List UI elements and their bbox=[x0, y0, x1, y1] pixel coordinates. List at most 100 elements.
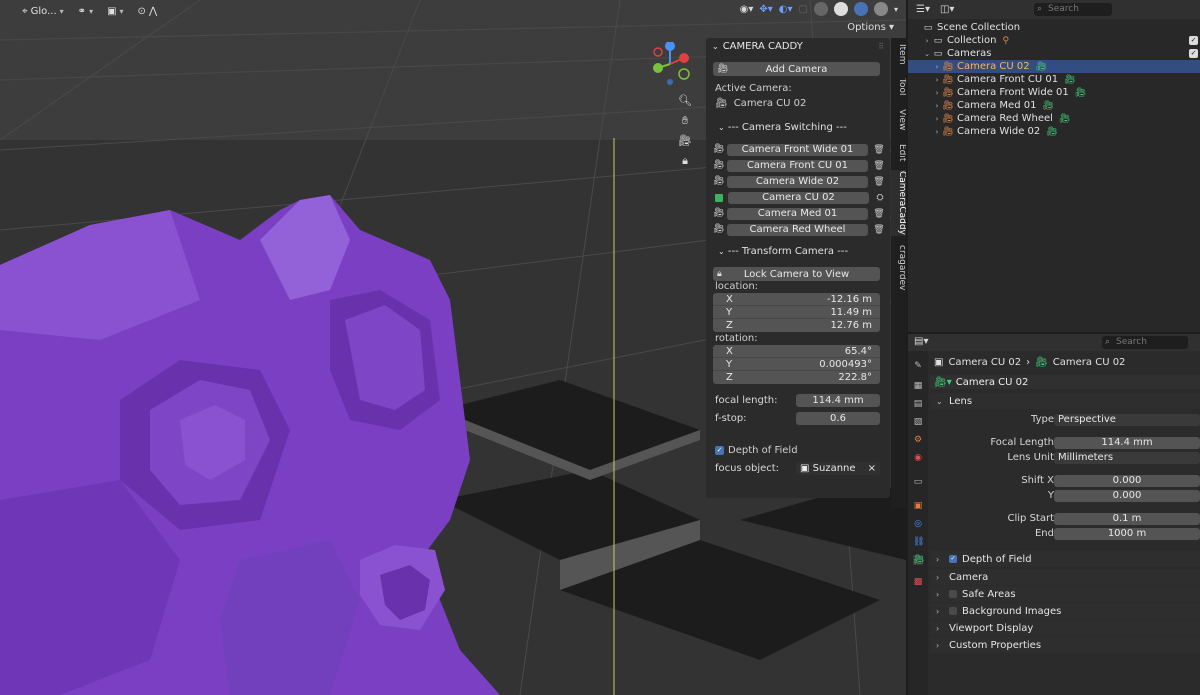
lock-icon[interactable]: 🔒︎ bbox=[678, 154, 692, 168]
tab-view[interactable]: View bbox=[891, 106, 906, 134]
outliner-item-camera[interactable]: › 🎥︎ Camera Front Wide 01 🎥︎ bbox=[908, 86, 1200, 99]
outliner-item-camera[interactable]: › 🎥︎ Camera CU 02 🎥︎ bbox=[908, 60, 1200, 73]
camera-switching-subpanel-header[interactable]: ⌄ --- Camera Switching --- bbox=[718, 122, 847, 133]
shading-options-icon[interactable]: ▾ bbox=[894, 5, 898, 14]
navigation-gizmo[interactable] bbox=[648, 42, 692, 86]
trash-icon[interactable]: 🗑︎ bbox=[873, 177, 885, 187]
background-images-panel-header[interactable]: › Background Images bbox=[930, 603, 1200, 619]
camera-data-tab-icon[interactable]: 🎥︎ bbox=[913, 555, 924, 565]
camera-switch-button[interactable]: Camera Med 01 bbox=[727, 207, 868, 220]
location-x-field[interactable]: X -12.16 m bbox=[713, 293, 880, 306]
scene-tab-icon[interactable]: ⚙ bbox=[913, 435, 923, 445]
clip-start-field[interactable]: 0.1 m bbox=[1054, 513, 1200, 525]
camera-icon[interactable]: 🎥︎ bbox=[713, 224, 724, 235]
tab-cameracaddy[interactable]: CameraCaddy bbox=[891, 170, 906, 236]
constraints-tab-icon[interactable]: ⛓ bbox=[913, 537, 924, 547]
outliner-item-collection[interactable]: › ▭ Collection ⚲ ✓ bbox=[908, 34, 1200, 47]
object-tab-icon[interactable]: ▣ bbox=[913, 501, 923, 511]
outliner-item-camera[interactable]: › 🎥︎ Camera Wide 02 🎥︎ bbox=[908, 125, 1200, 138]
editor-type-icon[interactable]: ☰▾ bbox=[916, 4, 930, 15]
outliner-search-input[interactable]: ⌕ Search bbox=[1034, 3, 1112, 16]
focus-object-field[interactable]: ▣ Suzanne × bbox=[796, 462, 880, 475]
view-layer-tab-icon[interactable]: ▧ bbox=[913, 417, 923, 427]
trash-icon[interactable]: 🗑︎ bbox=[873, 209, 885, 219]
location-z-field[interactable]: Z 12.76 m bbox=[713, 319, 880, 332]
physics-tab-icon[interactable]: ◎ bbox=[913, 519, 923, 529]
checkbox-icon[interactable]: ✓ bbox=[1189, 49, 1198, 58]
shift-x-field[interactable]: 0.000 bbox=[1054, 475, 1200, 487]
shading-solid-icon[interactable] bbox=[833, 2, 848, 16]
fstop-field[interactable]: 0.6 bbox=[796, 412, 880, 425]
focal-length-field[interactable]: 114.4 mm bbox=[1054, 437, 1200, 449]
shading-material-icon[interactable] bbox=[853, 2, 868, 16]
chevron-down-icon[interactable]: ⌄ bbox=[922, 50, 932, 58]
camera-datablock-selector[interactable]: 🎥︎▾ Camera CU 02 bbox=[930, 375, 1200, 389]
camera-icon[interactable]: 🎥︎ bbox=[713, 144, 724, 155]
properties-search-input[interactable]: ⌕ Search bbox=[1102, 336, 1188, 349]
outliner-item-camera[interactable]: › 🎥︎ Camera Front CU 01 🎥︎ bbox=[908, 73, 1200, 86]
tab-item[interactable]: Item bbox=[891, 40, 906, 68]
tab-cragardev[interactable]: cragardev bbox=[891, 242, 906, 294]
transform-camera-subpanel-header[interactable]: ⌄ --- Transform Camera --- bbox=[718, 246, 848, 257]
proportional-editing-button[interactable]: ⊙ ⋀ bbox=[134, 2, 162, 20]
depth-of-field-checkbox[interactable]: ✓ Depth of Field bbox=[715, 445, 798, 456]
render-tab-icon[interactable]: ▦ bbox=[913, 381, 923, 391]
chevron-right-icon[interactable]: › bbox=[932, 115, 942, 123]
display-mode-icon[interactable]: ◫▾ bbox=[940, 4, 954, 15]
chevron-right-icon[interactable]: › bbox=[932, 76, 942, 84]
custom-properties-panel-header[interactable]: › Custom Properties bbox=[930, 637, 1200, 653]
transform-orientation-dropdown[interactable]: ⌖ Glo... ▾ bbox=[18, 2, 68, 20]
output-tab-icon[interactable]: ▤ bbox=[913, 399, 923, 409]
rotation-z-field[interactable]: Z 222.8° bbox=[713, 371, 880, 384]
visibility-icon[interactable]: ◉▾ bbox=[740, 4, 754, 15]
camera-data-icon[interactable]: ⛭ bbox=[874, 193, 886, 203]
safe-areas-panel-header[interactable]: › Safe Areas bbox=[930, 586, 1200, 602]
camera-switch-button[interactable]: Camera Front CU 01 bbox=[727, 159, 868, 172]
drag-handle-icon[interactable]: ⠿ bbox=[878, 42, 884, 51]
lens-panel-header[interactable]: ⌄ Lens bbox=[930, 393, 1200, 409]
snapping-dropdown[interactable]: ▣ ▾ bbox=[103, 2, 127, 20]
camera-caddy-header[interactable]: ⌄ CAMERA CADDY ⠿ bbox=[706, 38, 890, 54]
gizmo-toggle-icon[interactable]: ✥▾ bbox=[759, 4, 772, 15]
clip-end-field[interactable]: 1000 m bbox=[1054, 528, 1200, 540]
texture-tab-icon[interactable]: ▩ bbox=[913, 577, 923, 587]
outliner-item-collection[interactable]: ▭ Scene Collection bbox=[908, 21, 1200, 34]
shading-wireframe-icon[interactable] bbox=[813, 2, 828, 16]
camera-switch-button[interactable]: Camera Front Wide 01 bbox=[727, 143, 868, 156]
outliner-item-collection[interactable]: ⌄ ▭ Cameras ✓ bbox=[908, 47, 1200, 60]
3d-viewport[interactable]: ⌖ Glo... ▾ ⚭ ▾ ▣ ▾ ⊙ ⋀ ◉▾ ✥▾ ◐▾ ▢ ▾ Opti… bbox=[0, 0, 906, 695]
checkbox-icon[interactable] bbox=[949, 590, 957, 598]
tab-edit[interactable]: Edit bbox=[891, 140, 906, 166]
location-y-field[interactable]: Y 11.49 m bbox=[713, 306, 880, 319]
trash-icon[interactable]: 🗑︎ bbox=[873, 161, 885, 171]
chevron-right-icon[interactable]: › bbox=[932, 128, 942, 136]
camera-icon[interactable]: 🎥︎ bbox=[713, 160, 724, 171]
checkmark-icon[interactable]: ✓ bbox=[949, 555, 957, 563]
chevron-right-icon[interactable]: › bbox=[932, 102, 942, 110]
camera-view-icon[interactable]: 🎥︎ bbox=[678, 134, 692, 148]
clear-icon[interactable]: × bbox=[868, 462, 876, 475]
checkbox-icon[interactable]: ✓ bbox=[1189, 36, 1198, 45]
add-camera-button[interactable]: 🎥︎ Add Camera bbox=[713, 62, 880, 76]
camera-switch-button[interactable]: Camera Wide 02 bbox=[727, 175, 868, 188]
collection-tab-icon[interactable]: ▭ bbox=[913, 477, 923, 487]
depth-of-field-panel-header[interactable]: › ✓ Depth of Field bbox=[930, 551, 1200, 567]
lock-camera-to-view-button[interactable]: 🔒︎ Lock Camera to View bbox=[713, 267, 880, 281]
xray-icon[interactable]: ▢ bbox=[799, 4, 808, 15]
tool-tab-icon[interactable]: ✎ bbox=[913, 361, 923, 371]
shift-y-field[interactable]: 0.000 bbox=[1054, 490, 1200, 502]
hand-pan-icon[interactable]: ✋︎ bbox=[678, 114, 692, 128]
overlays-icon[interactable]: ◐▾ bbox=[779, 4, 793, 15]
lens-type-dropdown[interactable]: Perspective bbox=[1054, 414, 1200, 426]
shading-rendered-icon[interactable] bbox=[873, 2, 888, 16]
zoom-icon[interactable]: 🔍︎ bbox=[678, 94, 692, 108]
trash-icon[interactable]: 🗑︎ bbox=[873, 145, 885, 155]
viewport-display-panel-header[interactable]: › Viewport Display bbox=[930, 620, 1200, 636]
lens-unit-dropdown[interactable]: Millimeters bbox=[1054, 452, 1200, 464]
camera-switch-button[interactable]: Camera Red Wheel bbox=[727, 223, 868, 236]
camera-switch-button[interactable]: Camera CU 02 bbox=[728, 191, 869, 204]
camera-icon[interactable]: 🎥︎ bbox=[713, 208, 724, 219]
rotation-x-field[interactable]: X 65.4° bbox=[713, 345, 880, 358]
tab-tool[interactable]: Tool bbox=[891, 74, 906, 100]
trash-icon[interactable]: 🗑︎ bbox=[873, 225, 885, 235]
